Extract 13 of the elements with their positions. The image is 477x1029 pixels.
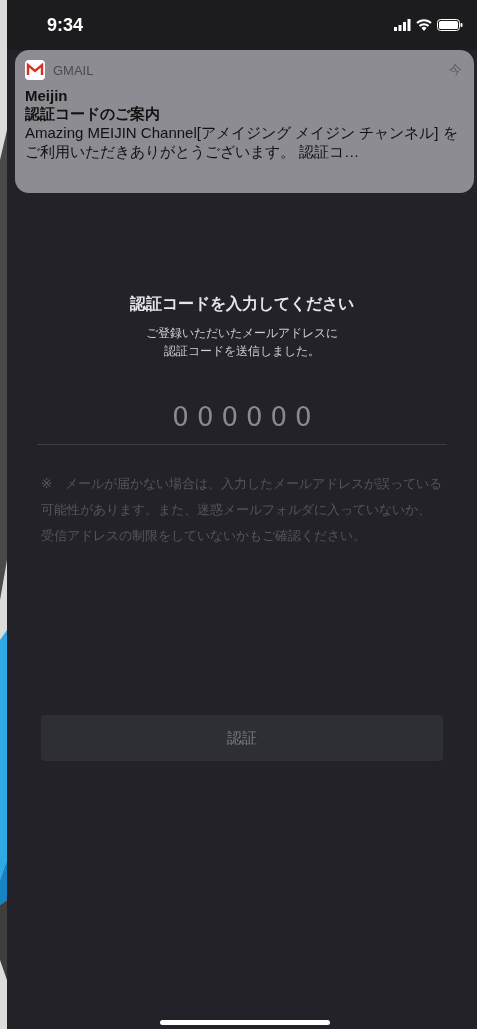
instruction-text: 認証コードを送信しました。 [164,343,320,360]
status-time: 9:34 [47,14,84,36]
notification-body: Amazing MEIJIN Channel[アメイジング メイジン チャンネル] をご利用いただきありがとうございます。 認証コ… [25,123,459,161]
notification-sender: Meijin [25,87,69,105]
page-title: 認証コードを入力してください [130,294,354,315]
notification-subject: 認証コードのご案内 [25,105,161,123]
wifi-icon [416,19,432,31]
code-input-field[interactable]: 000000 [37,398,447,445]
signal-icon [394,19,411,31]
mail-icon [25,60,45,80]
app-name: GMAIL [53,62,95,78]
battery-icon [437,19,463,31]
instruction-text: ご登録いただいたメールアドレスに [146,325,338,342]
